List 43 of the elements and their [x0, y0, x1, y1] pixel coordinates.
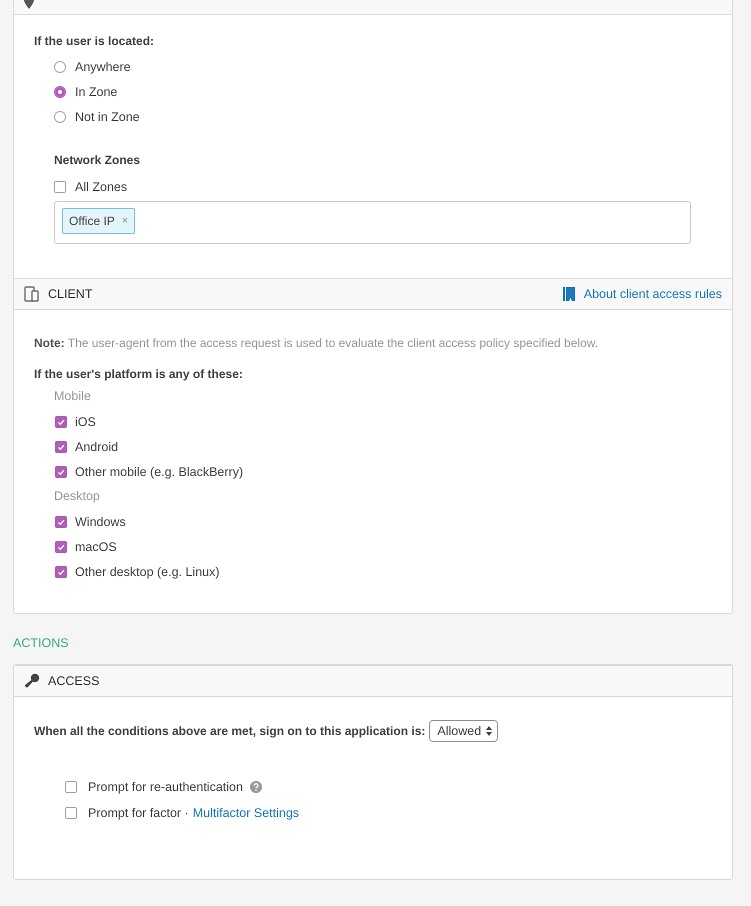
- statement-label: When all the conditions above are met, sign on to this application is:: [34, 724, 426, 738]
- checkbox[interactable]: [54, 181, 66, 193]
- tag-label: Office IP: [69, 214, 115, 228]
- checkbox-label: Windows: [75, 515, 126, 529]
- checkbox[interactable]: [55, 541, 67, 553]
- checkbox-label: macOS: [75, 540, 117, 554]
- checkbox-label: Android: [75, 440, 118, 454]
- settings-link[interactable]: Multifactor Settings: [192, 806, 300, 820]
- section-heading: ACTIONS: [13, 635, 70, 652]
- section-title: ACCESS: [48, 674, 100, 688]
- note-text: Note: The user-agent from the access request is used to evaluate the client access policy specified below.: [34, 336, 600, 350]
- group-label: Mobile: [54, 389, 92, 403]
- checkbox[interactable]: [55, 516, 67, 528]
- checkbox[interactable]: [65, 781, 77, 793]
- access-select[interactable]: Allowed: [429, 720, 498, 742]
- radio-button[interactable]: [54, 86, 66, 98]
- book-icon: [562, 287, 575, 301]
- devices-icon: [24, 286, 40, 302]
- checkbox-label: iOS: [75, 415, 96, 429]
- question-label: If the user is located:: [34, 34, 156, 48]
- question-label: If the user's platform is any of these:: [34, 367, 244, 381]
- checkbox[interactable]: [55, 416, 67, 428]
- checkbox[interactable]: [55, 566, 67, 578]
- key-icon: [24, 673, 40, 689]
- checkbox-label: All Zones: [75, 180, 128, 194]
- section-title: CLIENT: [48, 287, 92, 301]
- option-label: In Zone: [75, 85, 118, 99]
- checkbox[interactable]: [65, 807, 77, 819]
- radio-button[interactable]: [54, 111, 66, 123]
- section-label: Network Zones: [54, 153, 142, 167]
- checkbox[interactable]: [55, 466, 67, 478]
- option-label: Not in Zone: [75, 110, 140, 124]
- option-label: Anywhere: [75, 60, 131, 74]
- radio-button[interactable]: [54, 61, 66, 73]
- checkbox-label: Other desktop (e.g. Linux): [75, 565, 220, 579]
- zone-input-field[interactable]: Office IP ×: [54, 201, 691, 244]
- checkbox-label: Prompt for factor ·: [88, 806, 189, 820]
- checkbox-label: Prompt for re-authentication: [88, 780, 243, 794]
- checkbox-label: Other mobile (e.g. BlackBerry): [75, 465, 244, 479]
- group-label: Desktop: [54, 489, 101, 503]
- checkbox[interactable]: [55, 441, 67, 453]
- remove-tag-button[interactable]: ×: [122, 215, 128, 227]
- updown-arrows-icon: [486, 726, 492, 736]
